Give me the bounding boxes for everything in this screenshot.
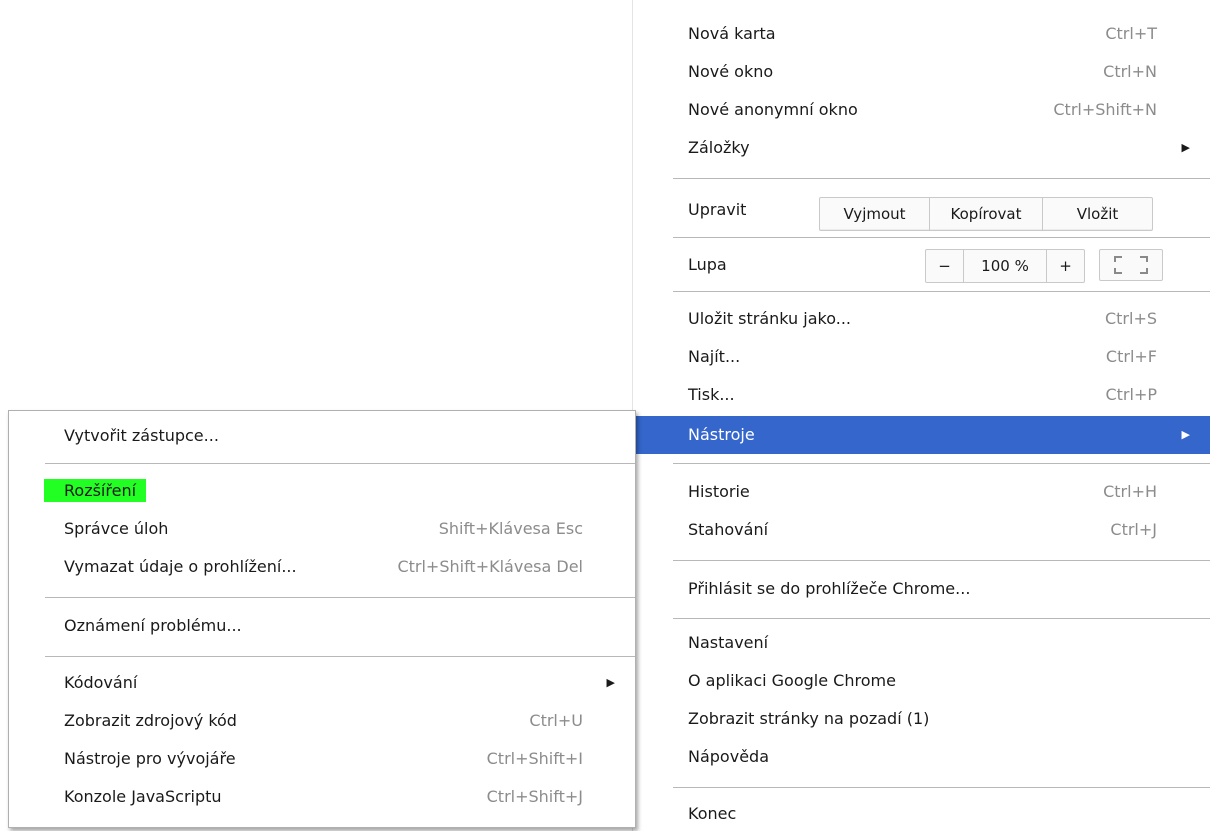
zoom-label: Lupa — [688, 255, 727, 274]
menu-item-label: Rozšíření — [44, 479, 147, 502]
menu-item-tools[interactable]: Nástroje ▶ — [633, 416, 1210, 454]
menu-separator — [45, 597, 635, 598]
menu-item-label: Tisk... — [688, 385, 735, 404]
submenu-item-extensions[interactable]: Rozšíření — [9, 474, 635, 508]
menu-item-label: Nápověda — [688, 747, 769, 766]
menu-item-label: Stahování — [688, 520, 769, 539]
menu-item-find[interactable]: Najít... Ctrl+F — [633, 340, 1210, 374]
menu-item-shortcut: Ctrl+S — [1104, 309, 1157, 328]
menu-separator — [673, 291, 1210, 292]
menu-item-label: Záložky — [688, 138, 750, 157]
menu-item-label: O aplikaci Google Chrome — [688, 671, 896, 690]
menu-item-label: Nová karta — [688, 24, 776, 43]
menu-item-label: Kódování — [64, 673, 138, 692]
submenu-item-view-source[interactable]: Zobrazit zdrojový kód Ctrl+U — [9, 704, 635, 738]
zoom-in-button[interactable]: + — [1046, 250, 1084, 282]
menu-item-label: Historie — [688, 482, 750, 501]
zoom-level: 100 % — [963, 250, 1046, 282]
menu-item-label: Nové anonymní okno — [688, 100, 858, 119]
fullscreen-icon — [1114, 256, 1148, 274]
menu-item-shortcut: Ctrl+Shift+N — [1053, 100, 1157, 119]
menu-item-new-incognito-window[interactable]: Nové anonymní okno Ctrl+Shift+N — [633, 93, 1210, 127]
submenu-item-encoding[interactable]: Kódování ▶ — [9, 666, 635, 700]
submenu-item-report-issue[interactable]: Oznámení problému... — [9, 609, 635, 643]
menu-item-shortcut: Ctrl+U — [529, 711, 583, 730]
menu-item-shortcut: Ctrl+F — [1105, 347, 1157, 366]
menu-item-label: Najít... — [688, 347, 741, 366]
triangle-right-icon: ▶ — [606, 676, 615, 689]
menu-item-background-pages[interactable]: Zobrazit stránky na pozadí (1) — [633, 702, 1210, 736]
menu-item-label: Nástroje pro vývojáře — [64, 749, 236, 768]
menu-item-shortcut: Ctrl+N — [1103, 62, 1157, 81]
edit-button-group: Vyjmout Kopírovat Vložit — [819, 197, 1153, 231]
submenu-item-javascript-console[interactable]: Konzole JavaScriptu Ctrl+Shift+J — [9, 780, 635, 814]
menu-separator — [673, 237, 1210, 238]
menu-item-label: Přihlásit se do prohlížeče Chrome... — [688, 579, 971, 598]
menu-item-label: Nové okno — [688, 62, 774, 81]
menu-item-history[interactable]: Historie Ctrl+H — [633, 475, 1210, 509]
menu-item-shortcut: Ctrl+Shift+I — [486, 749, 583, 768]
menu-item-print[interactable]: Tisk... Ctrl+P — [633, 378, 1210, 412]
menu-item-shortcut: Ctrl+P — [1105, 385, 1157, 404]
triangle-right-icon: ▶ — [1181, 428, 1190, 441]
menu-item-label: Zobrazit zdrojový kód — [64, 711, 237, 730]
edit-label: Upravit — [688, 200, 747, 219]
menu-separator — [673, 787, 1210, 788]
menu-separator — [45, 656, 635, 657]
submenu-item-developer-tools[interactable]: Nástroje pro vývojáře Ctrl+Shift+I — [9, 742, 635, 776]
menu-separator — [673, 618, 1210, 619]
menu-item-label: Oznámení problému... — [64, 616, 242, 635]
zoom-out-button[interactable]: − — [926, 250, 963, 282]
zoom-controls: − 100 % + — [925, 249, 1085, 283]
menu-item-label: Nástroje — [688, 425, 755, 444]
menu-item-label: Zobrazit stránky na pozadí (1) — [688, 709, 930, 728]
menu-item-shortcut: Ctrl+Shift+Klávesa Del — [397, 557, 583, 576]
menu-row-edit: Upravit Vyjmout Kopírovat Vložit — [633, 190, 1210, 231]
screen: Nová karta Ctrl+T Nové okno Ctrl+N Nové … — [0, 0, 1210, 831]
menu-item-new-window[interactable]: Nové okno Ctrl+N — [633, 55, 1210, 89]
menu-item-shortcut: Ctrl+H — [1103, 482, 1157, 501]
menu-item-label: Uložit stránku jako... — [688, 309, 851, 328]
chrome-main-menu: Nová karta Ctrl+T Nové okno Ctrl+N Nové … — [633, 0, 1210, 831]
menu-item-shortcut: Ctrl+Shift+J — [486, 787, 583, 806]
menu-row-zoom: Lupa − 100 % + — [633, 243, 1210, 287]
submenu-item-create-shortcut[interactable]: Vytvořit zástupce... — [9, 419, 635, 453]
submenu-item-clear-browsing-data[interactable]: Vymazat údaje o prohlížení... Ctrl+Shift… — [9, 550, 635, 584]
menu-item-exit[interactable]: Konec — [633, 797, 1210, 831]
menu-item-label: Vytvořit zástupce... — [64, 426, 219, 445]
menu-item-label: Vymazat údaje o prohlížení... — [64, 557, 297, 576]
paste-button[interactable]: Vložit — [1042, 198, 1152, 230]
menu-item-shortcut: Ctrl+T — [1105, 24, 1157, 43]
cut-button[interactable]: Vyjmout — [820, 198, 929, 230]
menu-item-save-page-as[interactable]: Uložit stránku jako... Ctrl+S — [633, 302, 1210, 336]
menu-item-shortcut: Shift+Klávesa Esc — [438, 519, 583, 538]
menu-item-label: Správce úloh — [64, 519, 169, 538]
menu-item-bookmarks[interactable]: Záložky ▶ — [633, 131, 1210, 165]
menu-item-settings[interactable]: Nastavení — [633, 626, 1210, 660]
menu-separator — [673, 178, 1210, 179]
menu-item-label: Konzole JavaScriptu — [64, 787, 222, 806]
menu-item-new-tab[interactable]: Nová karta Ctrl+T — [633, 17, 1210, 51]
menu-separator — [673, 560, 1210, 561]
submenu-item-task-manager[interactable]: Správce úloh Shift+Klávesa Esc — [9, 512, 635, 546]
menu-item-label: Konec — [688, 804, 737, 823]
menu-item-downloads[interactable]: Stahování Ctrl+J — [633, 513, 1210, 547]
menu-item-about-chrome[interactable]: O aplikaci Google Chrome — [633, 664, 1210, 698]
menu-item-shortcut: Ctrl+J — [1110, 520, 1157, 539]
tools-submenu: Vytvořit zástupce... Rozšíření Správce ú… — [8, 410, 636, 828]
menu-separator — [673, 463, 1210, 464]
copy-button[interactable]: Kopírovat — [929, 198, 1042, 230]
menu-separator — [45, 463, 635, 464]
menu-item-label: Nastavení — [688, 633, 769, 652]
menu-item-help[interactable]: Nápověda — [633, 740, 1210, 774]
menu-item-sign-in[interactable]: Přihlásit se do prohlížeče Chrome... — [633, 572, 1210, 606]
fullscreen-button[interactable] — [1099, 249, 1163, 281]
triangle-right-icon: ▶ — [1181, 141, 1190, 154]
